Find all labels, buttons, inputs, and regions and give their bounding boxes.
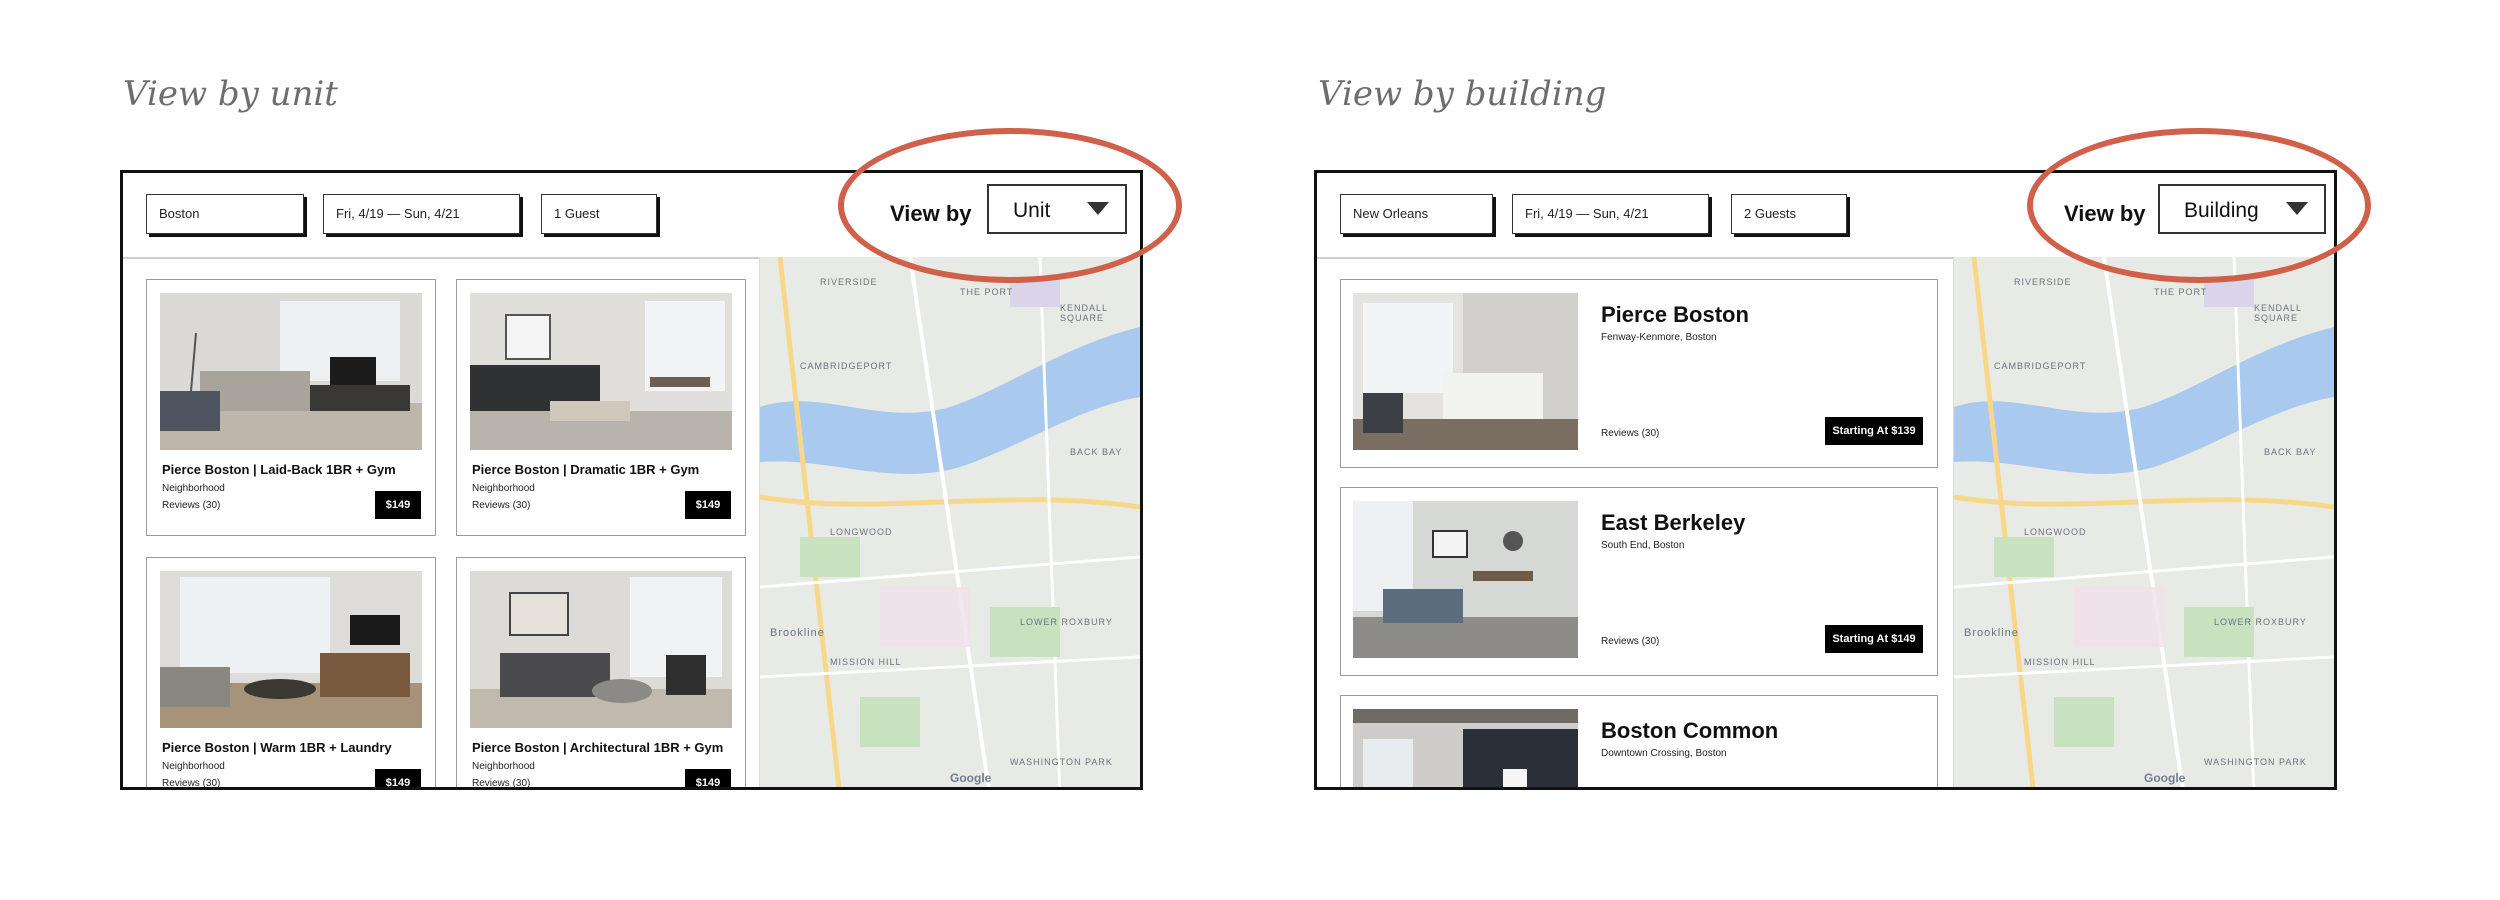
unit-card[interactable]: Pierce Boston | Dramatic 1BR + Gym Neigh… xyxy=(456,279,746,536)
map-label: THE PORT xyxy=(960,287,1014,297)
map-label: KENDALL SQUARE xyxy=(1060,303,1108,323)
location-input[interactable]: New Orleans xyxy=(1340,194,1493,234)
map-label: WASHINGTON PARK xyxy=(1010,757,1113,767)
building-name: East Berkeley xyxy=(1601,510,1746,535)
dates-input[interactable]: Fri, 4/19 — Sun, 4/21 xyxy=(323,194,520,234)
unit-reviews: Reviews (30) xyxy=(162,778,221,789)
building-name: Pierce Boston xyxy=(1601,302,1749,327)
unit-neighborhood: Neighborhood xyxy=(162,483,225,494)
map-label: LONGWOOD xyxy=(830,527,893,537)
unit-neighborhood: Neighborhood xyxy=(162,761,225,772)
unit-reviews: Reviews (30) xyxy=(472,778,531,789)
map-label: MISSION HILL xyxy=(830,657,902,667)
map-label: CAMBRIDGEPORT xyxy=(800,361,893,371)
building-area: Downtown Crossing, Boston xyxy=(1601,748,1727,759)
map-watermark: Google xyxy=(950,771,992,785)
price-tag: $149 xyxy=(685,491,731,519)
unit-title: Pierce Boston | Architectural 1BR + Gym xyxy=(472,740,724,755)
map-label: LOWER ROXBURY xyxy=(2214,617,2307,627)
unit-card[interactable]: Pierce Boston | Warm 1BR + Laundry Neigh… xyxy=(146,557,436,789)
map-panel[interactable]: RIVERSIDE THE PORT KENDALL SQUARE CAMBRI… xyxy=(759,257,1140,787)
unit-photo xyxy=(160,293,422,450)
price-tag: Starting At $139 xyxy=(1825,417,1923,445)
map-label: LOWER ROXBURY xyxy=(1020,617,1113,627)
caption-view-by-unit: View by unit xyxy=(123,74,338,114)
unit-card[interactable]: Pierce Boston | Architectural 1BR + Gym … xyxy=(456,557,746,789)
building-photo xyxy=(1353,293,1578,450)
unit-neighborhood: Neighborhood xyxy=(472,761,535,772)
price-tag: Starting At $149 xyxy=(1825,625,1923,653)
highlight-oval xyxy=(838,128,1182,283)
map-label: RIVERSIDE xyxy=(2014,277,2072,287)
price-tag: $149 xyxy=(375,491,421,519)
unit-reviews: Reviews (30) xyxy=(162,500,221,511)
price-tag: $149 xyxy=(685,769,731,787)
building-area: Fenway-Kenmore, Boston xyxy=(1601,332,1717,343)
price-tag: $149 xyxy=(375,769,421,787)
building-area: South End, Boston xyxy=(1601,540,1685,551)
dates-input[interactable]: Fri, 4/19 — Sun, 4/21 xyxy=(1512,194,1709,234)
building-card[interactable]: Pierce Boston Fenway-Kenmore, Boston Rev… xyxy=(1340,279,1938,468)
guests-input[interactable]: 2 Guests xyxy=(1731,194,1847,234)
map-label: CAMBRIDGEPORT xyxy=(1994,361,2087,371)
map-label: LONGWOOD xyxy=(2024,527,2087,537)
unit-title: Pierce Boston | Warm 1BR + Laundry xyxy=(162,740,392,755)
unit-neighborhood: Neighborhood xyxy=(472,483,535,494)
map-panel[interactable]: RIVERSIDE THE PORT KENDALL SQUARE CAMBRI… xyxy=(1953,257,2334,787)
highlight-oval xyxy=(2027,128,2371,283)
map-label: BACK BAY xyxy=(2264,447,2317,457)
unit-photo xyxy=(160,571,422,728)
unit-title: Pierce Boston | Dramatic 1BR + Gym xyxy=(472,462,700,477)
map-label: Brookline xyxy=(1964,627,2019,639)
guests-input[interactable]: 1 Guest xyxy=(541,194,657,234)
unit-photo xyxy=(470,571,732,728)
map-label: WASHINGTON PARK xyxy=(2204,757,2307,767)
map-label: BACK BAY xyxy=(1070,447,1123,457)
unit-photo xyxy=(470,293,732,450)
unit-title: Pierce Boston | Laid-Back 1BR + Gym xyxy=(162,462,396,477)
building-card[interactable]: Boston Common Downtown Crossing, Boston xyxy=(1340,695,1938,787)
building-reviews: Reviews (30) xyxy=(1601,636,1660,647)
map-label: RIVERSIDE xyxy=(820,277,878,287)
unit-card[interactable]: Pierce Boston | Laid-Back 1BR + Gym Neig… xyxy=(146,279,436,536)
map-label: MISSION HILL xyxy=(2024,657,2096,667)
building-reviews: Reviews (30) xyxy=(1601,428,1660,439)
map-label: Brookline xyxy=(770,627,825,639)
caption-view-by-building: View by building xyxy=(1318,74,1607,114)
map-watermark: Google xyxy=(2144,771,2186,785)
building-photo xyxy=(1353,709,1578,787)
unit-reviews: Reviews (30) xyxy=(472,500,531,511)
building-card[interactable]: East Berkeley South End, Boston Reviews … xyxy=(1340,487,1938,676)
building-photo xyxy=(1353,501,1578,658)
location-input[interactable]: Boston xyxy=(146,194,304,234)
map-label: THE PORT xyxy=(2154,287,2208,297)
building-name: Boston Common xyxy=(1601,718,1779,743)
map-label: KENDALL SQUARE xyxy=(2254,303,2302,323)
